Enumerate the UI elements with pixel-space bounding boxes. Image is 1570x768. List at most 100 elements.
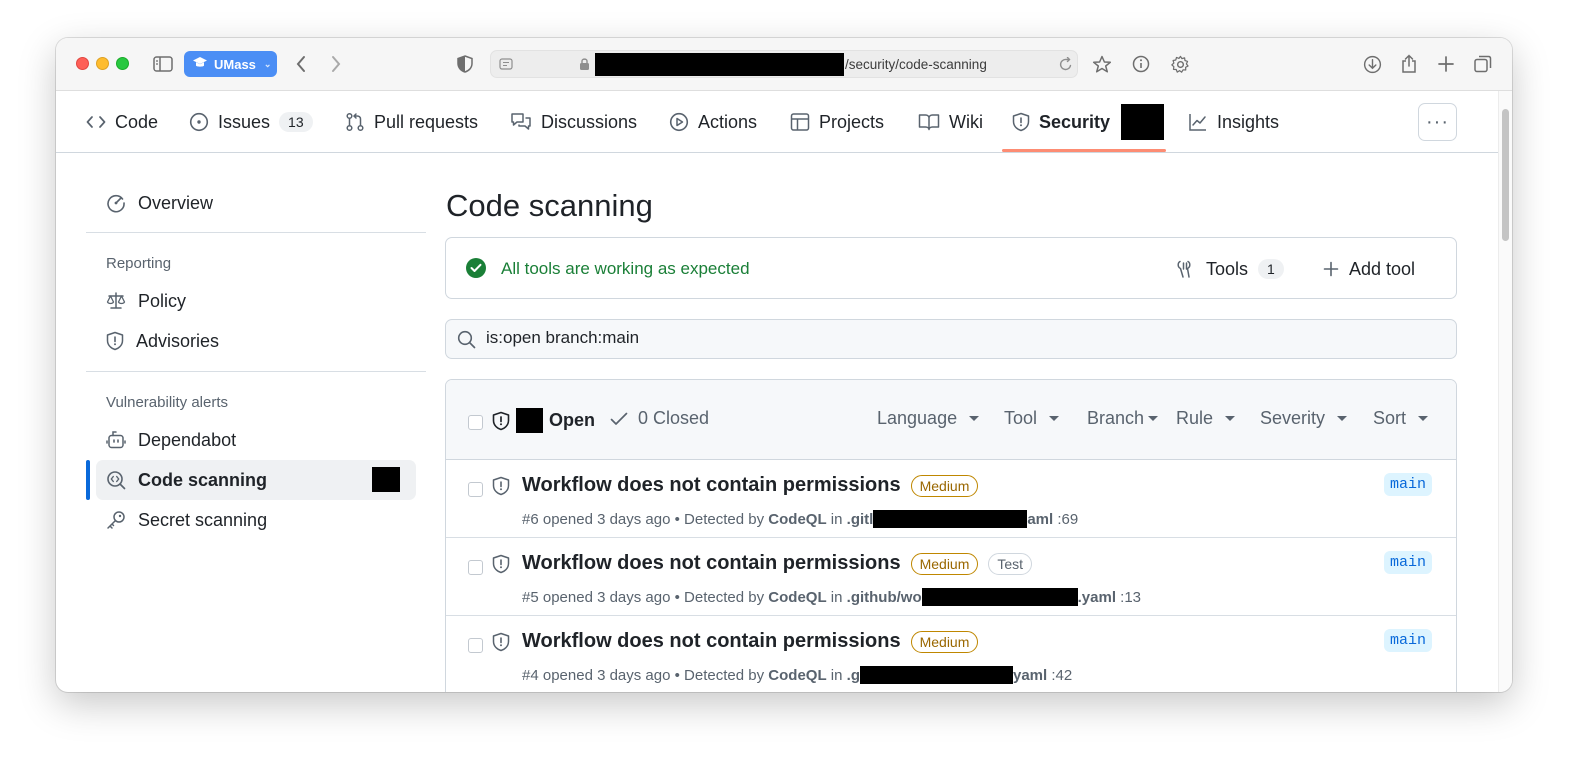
- filter-label: Sort: [1373, 408, 1407, 428]
- tab-issues[interactable]: Issues 13: [189, 91, 313, 153]
- shield-icon: [492, 632, 510, 652]
- sidebar-divider: [86, 232, 426, 233]
- severity-filter[interactable]: Severity: [1260, 408, 1348, 429]
- alerts-search-bar[interactable]: [445, 319, 1457, 359]
- new-tab-plus-icon[interactable]: [1433, 52, 1459, 76]
- add-tool-button[interactable]: Add tool: [1323, 255, 1415, 283]
- share-icon[interactable]: [1396, 52, 1422, 76]
- sidebar-item-label: Secret scanning: [138, 509, 268, 530]
- downloads-icon[interactable]: [1359, 52, 1385, 76]
- caret-down-icon: [1337, 416, 1348, 421]
- alert-opened-text: #5 opened 3 days ago • Detected by: [522, 588, 765, 606]
- alert-title-link[interactable]: Workflow does not contain permissions Me…: [522, 474, 979, 497]
- page-icon: [499, 57, 513, 76]
- caret-down-icon: [969, 416, 980, 421]
- chevron-left-icon: [296, 56, 305, 72]
- sidebar-toggle-icon[interactable]: [150, 52, 176, 76]
- tab-insights[interactable]: Insights: [1188, 91, 1279, 153]
- alert-in: in: [830, 588, 843, 606]
- play-icon: [669, 112, 689, 132]
- sidebar-item-label: Policy: [138, 290, 187, 311]
- address-bar[interactable]: /security/code-scanning: [490, 50, 1078, 78]
- sidebar-item-code-scanning[interactable]: Code scanning: [86, 460, 416, 500]
- tab-actions[interactable]: Actions: [669, 91, 757, 153]
- comment-discussion-icon: [511, 113, 531, 130]
- tab-projects-label: Projects: [819, 111, 885, 132]
- closed-filter-button[interactable]: 0 Closed: [610, 408, 709, 429]
- info-icon[interactable]: [1128, 52, 1154, 76]
- tab-projects[interactable]: Projects: [790, 91, 884, 153]
- redacted-path: [860, 666, 1013, 684]
- sort-filter[interactable]: Sort: [1373, 408, 1429, 429]
- alert-checkbox[interactable]: [468, 482, 483, 497]
- privacy-shield-icon[interactable]: [452, 52, 478, 76]
- severity-label: Medium: [910, 552, 979, 575]
- filter-label: Language: [877, 408, 958, 428]
- dependabot-icon: [106, 431, 126, 449]
- branch-filter[interactable]: Branch: [1087, 408, 1159, 429]
- tool-filter[interactable]: Tool: [1004, 408, 1060, 429]
- issue-opened-icon: [189, 112, 209, 132]
- minimize-window-button[interactable]: [96, 57, 109, 70]
- page-scrollbar[interactable]: [1498, 91, 1512, 692]
- alerts-list: Open 0 Closed Language Tool Branch Rule …: [445, 379, 1457, 692]
- tab-wiki[interactable]: Wiki: [918, 91, 983, 153]
- alert-title-link[interactable]: Workflow does not contain permissions Me…: [522, 630, 979, 653]
- key-icon: [107, 511, 125, 529]
- tab-overview-icon[interactable]: [1470, 52, 1496, 76]
- vulnerability-alerts-heading: Vulnerability alerts: [106, 394, 228, 411]
- shield-icon: [492, 411, 510, 430]
- tools-icon: [1177, 260, 1191, 278]
- open-label: Open: [549, 410, 596, 430]
- tools-button[interactable]: Tools 1: [1176, 255, 1284, 283]
- sidebar-item-secret-scanning[interactable]: Secret scanning: [96, 500, 416, 540]
- test-label: Test: [988, 552, 1033, 575]
- tools-count-badge: 1: [1258, 259, 1284, 279]
- alert-row[interactable]: Workflow does not contain permissions Me…: [446, 616, 1456, 692]
- bookmark-star-icon[interactable]: [1089, 52, 1115, 76]
- zoom-window-button[interactable]: [116, 57, 129, 70]
- tab-discussions[interactable]: Discussions: [510, 91, 637, 153]
- tool-status-text: All tools are working as expected: [501, 259, 750, 278]
- plus-icon: [1323, 261, 1339, 277]
- branch-tag: main: [1384, 473, 1433, 496]
- sidebar-item-dependabot[interactable]: Dependabot: [96, 420, 416, 460]
- browser-titlebar: UMass ⌄ /security/code-scanning: [56, 38, 1512, 91]
- alert-title-link[interactable]: Workflow does not contain permissions Me…: [522, 552, 1033, 575]
- alert-tool: CodeQL: [768, 510, 827, 528]
- settings-gear-icon[interactable]: [1167, 52, 1193, 76]
- sidebar-item-policy[interactable]: Policy: [96, 281, 416, 321]
- language-filter[interactable]: Language: [877, 408, 980, 429]
- open-filter-button[interactable]: Open: [492, 408, 595, 433]
- tab-discussions-label: Discussions: [541, 111, 638, 132]
- redacted-security-count: [1121, 104, 1165, 140]
- reload-icon[interactable]: [1059, 56, 1073, 77]
- alert-tool: CodeQL: [768, 588, 827, 606]
- alert-checkbox[interactable]: [468, 560, 483, 575]
- profile-button[interactable]: UMass ⌄: [184, 51, 277, 77]
- rule-filter[interactable]: Rule: [1176, 408, 1236, 429]
- scrollbar-thumb[interactable]: [1502, 109, 1509, 241]
- select-all-checkbox[interactable]: [468, 415, 483, 430]
- alert-checkbox[interactable]: [468, 638, 483, 653]
- alert-meta: #5 opened 3 days ago • Detected by CodeQ…: [522, 588, 1141, 606]
- more-options-button[interactable]: ···: [1418, 103, 1457, 141]
- sidebar-item-overview[interactable]: Overview: [96, 183, 416, 223]
- severity-label: Medium: [910, 630, 979, 653]
- branch-tag: main: [1384, 551, 1433, 574]
- alert-opened-text: #6 opened 3 days ago • Detected by: [522, 510, 765, 528]
- kebab-horizontal-icon: ···: [1426, 110, 1449, 133]
- forward-button[interactable]: [323, 52, 349, 76]
- search-input[interactable]: [486, 328, 1386, 348]
- tab-code[interactable]: Code: [86, 91, 158, 153]
- alert-row[interactable]: Workflow does not contain permissions Me…: [446, 460, 1456, 538]
- close-window-button[interactable]: [76, 57, 89, 70]
- alert-row[interactable]: Workflow does not contain permissions Me…: [446, 538, 1456, 616]
- alert-meta: #4 opened 3 days ago • Detected by CodeQ…: [522, 666, 1072, 684]
- redacted-code-scanning-count: [372, 467, 400, 492]
- sidebar-item-label: Advisories: [136, 330, 220, 351]
- tab-pull-requests[interactable]: Pull requests: [345, 91, 478, 153]
- sidebar-item-advisories[interactable]: Advisories: [96, 321, 416, 361]
- tab-security[interactable]: Security: [1012, 91, 1165, 153]
- back-button[interactable]: [288, 52, 314, 76]
